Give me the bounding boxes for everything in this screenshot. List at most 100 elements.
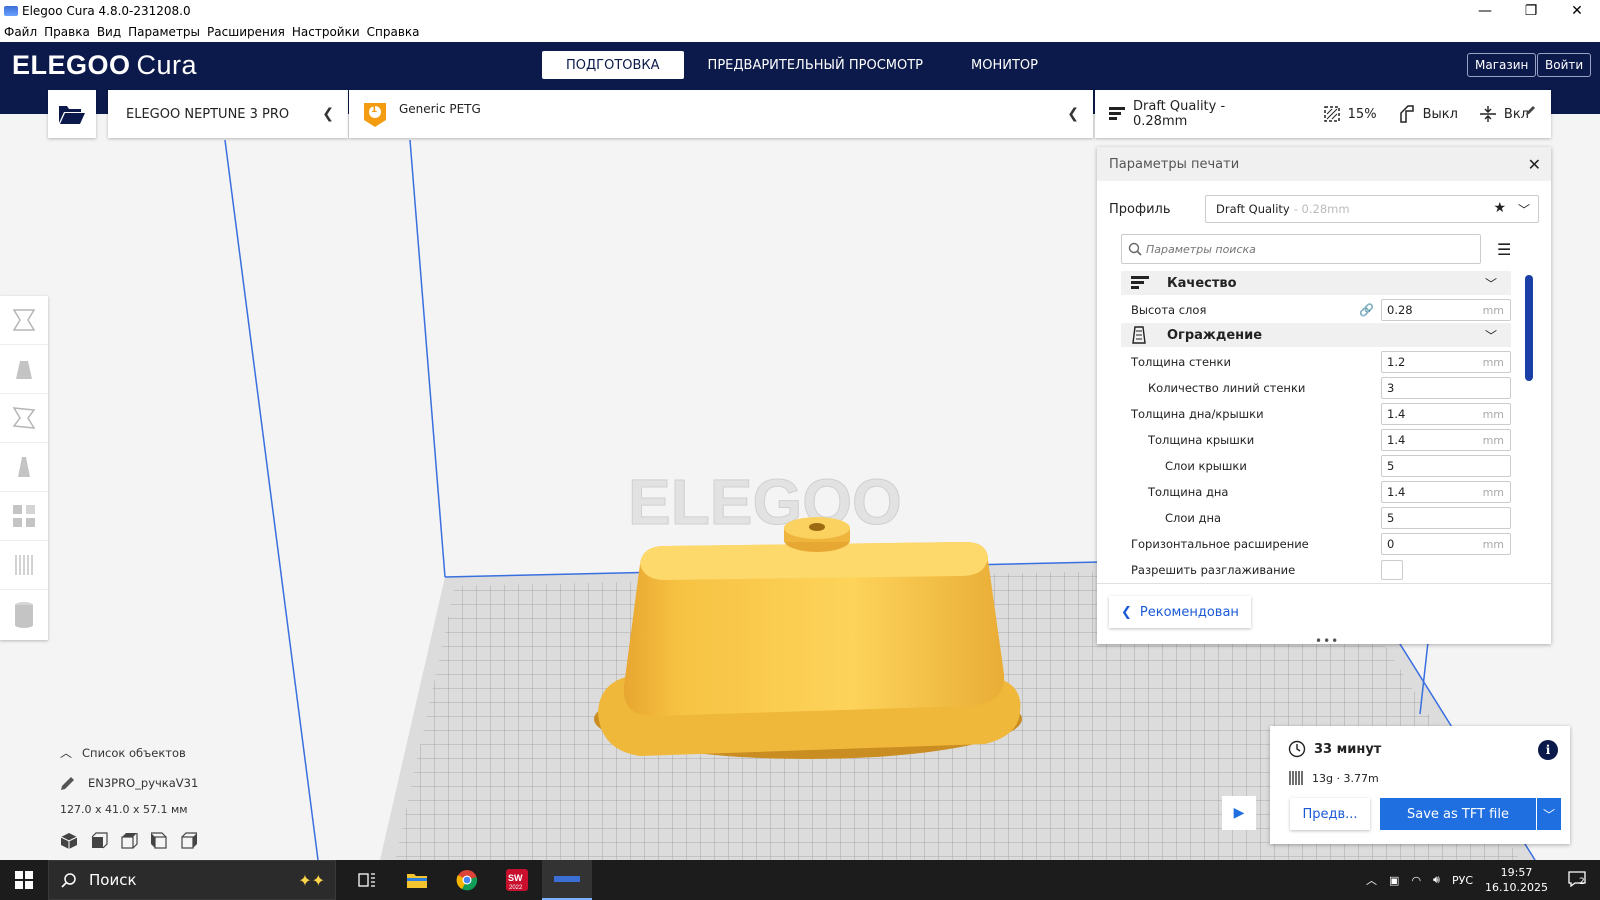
view-3d-icon[interactable]: [60, 832, 78, 850]
bottom-thickness-field[interactable]: 1.4 mm: [1381, 481, 1511, 503]
rotate-tool[interactable]: [0, 394, 48, 443]
profile-dropdown[interactable]: Draft Quality - 0.28mm ★ ﹀: [1205, 195, 1539, 223]
pencil-icon[interactable]: [1525, 104, 1537, 120]
top-bottom-thickness-field[interactable]: 1.4 mm: [1381, 403, 1511, 425]
settings-scrollbar[interactable]: [1525, 275, 1533, 381]
close-window-button[interactable]: ✕: [1554, 0, 1600, 22]
menu-file[interactable]: Файл: [4, 25, 37, 39]
category-shell[interactable]: Ограждение ﹀: [1121, 323, 1511, 347]
settings-visibility-menu-icon[interactable]: ☰: [1497, 240, 1511, 259]
material-usage-value: 13g · 3.77m: [1312, 771, 1379, 785]
clock-date: 16.10.2025: [1485, 881, 1548, 894]
menu-parameters[interactable]: Параметры: [128, 25, 200, 39]
machine-selector[interactable]: ELEGOO NEPTUNE 3 PRO ❮: [108, 90, 348, 138]
mirror-tool[interactable]: [0, 443, 48, 492]
input-language[interactable]: РУС: [1452, 874, 1473, 887]
start-button[interactable]: [0, 860, 48, 900]
windows-taskbar: Поиск ✦✦ SW 2022 ︿ ▣ ◠ 🔊︎ РУС 19:57 16.10…: [0, 860, 1600, 900]
object-list-title: Список объектов: [82, 745, 186, 760]
setting-value: 1.4: [1387, 485, 1406, 499]
menu-view[interactable]: Вид: [97, 25, 121, 39]
resize-handle-icon[interactable]: •••: [1315, 634, 1339, 648]
app-logo: ELEGOO Cura: [12, 50, 197, 81]
solidworks-app[interactable]: SW 2022: [492, 860, 542, 900]
slice-play-button[interactable]: ▶: [1222, 796, 1256, 830]
support-summary: Выкл: [1399, 105, 1458, 123]
scale-icon: [16, 361, 32, 379]
view-left-icon[interactable]: [150, 832, 168, 850]
minimize-button[interactable]: —: [1462, 0, 1508, 22]
wall-line-count-field[interactable]: 3: [1381, 377, 1511, 399]
wall-thickness-field[interactable]: 1.2 mm: [1381, 351, 1511, 373]
cylinder-tool[interactable]: [0, 590, 48, 639]
layer-height-field[interactable]: 0.28 mm: [1381, 299, 1511, 321]
info-icon[interactable]: i: [1538, 740, 1558, 760]
move-tool[interactable]: [0, 296, 48, 345]
star-icon[interactable]: ★: [1493, 200, 1506, 216]
save-options-dropdown[interactable]: ﹀: [1537, 798, 1561, 830]
tab-prepare[interactable]: ПОДГОТОВКА: [542, 51, 684, 79]
per-model-settings-tool[interactable]: [0, 492, 48, 541]
scale-tool[interactable]: [0, 345, 48, 394]
category-quality[interactable]: Качество ﹀: [1121, 271, 1511, 295]
close-icon[interactable]: ✕: [1528, 155, 1541, 174]
object-list-header[interactable]: ︿ Список объектов: [60, 744, 300, 761]
chevron-down-icon: ﹀: [1517, 203, 1530, 217]
setting-label: Толщина стенки: [1131, 355, 1231, 369]
menu-preferences[interactable]: Настройки: [292, 25, 360, 39]
tray-chevron-up-icon[interactable]: ︿: [1366, 872, 1377, 888]
print-time-value: 33 минут: [1314, 741, 1382, 757]
maximize-button[interactable]: ❐: [1508, 0, 1554, 22]
material-selector[interactable]: 1 Generic PETG ❮: [349, 90, 1093, 138]
object-file-row[interactable]: EN3PRO_ручкаV31: [60, 775, 300, 791]
wifi-icon[interactable]: ◠: [1411, 874, 1421, 887]
volume-icon[interactable]: 🔊︎: [1433, 873, 1440, 887]
setting-row: Разрешить разглаживание: [1121, 557, 1511, 583]
support-icon: [1399, 105, 1415, 123]
elegoo-cura-app[interactable]: [542, 860, 592, 900]
view-top-icon[interactable]: [120, 832, 138, 850]
horizontal-expansion-field[interactable]: 0 mm: [1381, 533, 1511, 555]
setting-row: Слои крышки 5: [1121, 453, 1511, 479]
play-icon: ▶: [1233, 805, 1245, 821]
tab-preview[interactable]: ПРЕДВАРИТЕЛЬНЫЙ ПРОСМОТР: [684, 51, 947, 79]
settings-search-input[interactable]: [1146, 242, 1466, 256]
material-name: Generic PETG: [399, 102, 481, 116]
preview-button[interactable]: Предв...: [1290, 798, 1370, 830]
top-layers-field[interactable]: 5: [1381, 455, 1511, 477]
marketplace-button[interactable]: Магазин: [1467, 53, 1537, 77]
menu-extensions[interactable]: Расширения: [207, 25, 285, 39]
settings-search[interactable]: [1121, 234, 1481, 264]
signin-button[interactable]: Войти: [1537, 53, 1592, 77]
print-setup-selector[interactable]: Draft Quality - 0.28mm 15% Выкл Вкл: [1095, 90, 1551, 138]
settings-list: Качество ﹀ Высота слоя 🔗 0.28 mm Огражден…: [1121, 271, 1511, 583]
ironing-checkbox[interactable]: [1381, 560, 1403, 580]
open-file-button[interactable]: [48, 90, 96, 138]
notifications-icon[interactable]: 2: [1568, 870, 1586, 890]
taskbar-clock[interactable]: 19:57 16.10.2025: [1485, 865, 1548, 895]
tab-monitor[interactable]: МОНИТОР: [947, 51, 1062, 79]
setting-label: Высота слоя: [1131, 303, 1207, 317]
material-usage: 13g · 3.77m: [1288, 770, 1379, 786]
menu-help[interactable]: Справка: [367, 25, 420, 39]
taskbar-search[interactable]: Поиск ✦✦: [48, 860, 336, 900]
menu-edit[interactable]: Правка: [44, 25, 90, 39]
recommended-button[interactable]: ❮ Рекомендован: [1109, 596, 1251, 628]
viewport-watermark: ELEGOO: [628, 466, 902, 538]
chevron-left-icon: ❮: [322, 106, 334, 122]
view-right-icon[interactable]: [180, 832, 198, 850]
clock-time: 19:57: [1500, 866, 1533, 879]
view-front-icon[interactable]: [90, 832, 108, 850]
support-blocker-icon: [15, 555, 33, 575]
chrome-app[interactable]: [442, 860, 492, 900]
tray-device-icon[interactable]: ▣: [1389, 874, 1399, 887]
task-view-icon: [358, 873, 375, 887]
support-blocker-tool[interactable]: [0, 541, 48, 590]
top-thickness-field[interactable]: 1.4 mm: [1381, 429, 1511, 451]
file-explorer-app[interactable]: [392, 860, 442, 900]
volume-edge-back-left: [409, 139, 446, 578]
window-titlebar: Elegoo Cura 4.8.0-231208.0 — ❐ ✕: [0, 0, 1600, 22]
task-view-button[interactable]: [342, 860, 392, 900]
save-tft-button[interactable]: Save as TFT file: [1380, 798, 1536, 830]
bottom-layers-field[interactable]: 5: [1381, 507, 1511, 529]
